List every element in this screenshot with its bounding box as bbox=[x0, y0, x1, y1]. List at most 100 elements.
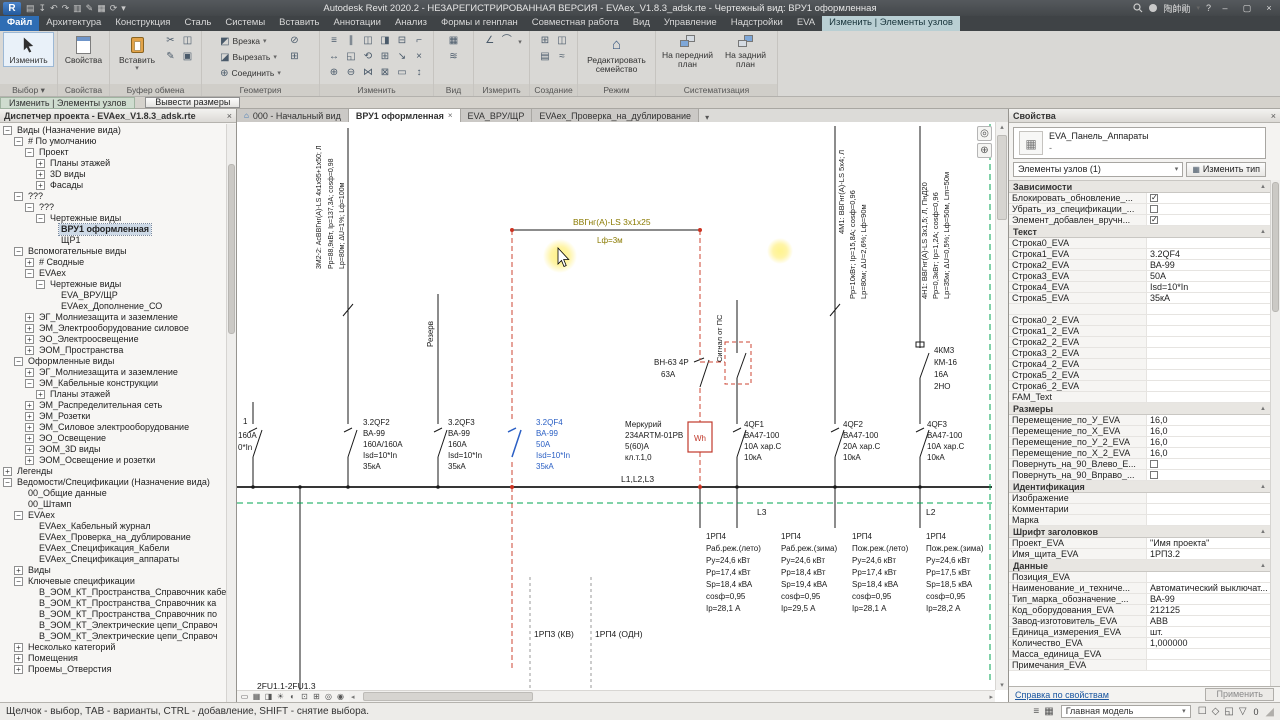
property-row[interactable]: Перемещение_по_У_EVA 16,0 bbox=[1009, 415, 1270, 426]
unpin-icon[interactable]: ⊖ bbox=[343, 65, 360, 80]
browser-tree-item[interactable]: В_ЭОМ_КТ_Пространства_Справочник по bbox=[0, 609, 226, 620]
expand-icon[interactable]: + bbox=[25, 324, 34, 333]
paste-button[interactable]: Вставить ▾ bbox=[115, 33, 159, 74]
editable-only-icon[interactable]: ☐ bbox=[1198, 706, 1207, 717]
mirror-axis-icon[interactable]: ◫ bbox=[360, 33, 377, 48]
view-tab[interactable]: ВРУ1 оформленная × bbox=[348, 109, 461, 122]
property-row[interactable]: Имя_щита_EVA 1РП3.2 bbox=[1009, 549, 1270, 560]
crop-view-icon[interactable]: ⊡ bbox=[299, 691, 310, 702]
browser-tree-item[interactable]: − Чертежные виды bbox=[0, 279, 226, 290]
browser-tree-item[interactable]: +3D виды bbox=[0, 169, 226, 180]
collapse-icon[interactable]: − bbox=[14, 511, 23, 520]
ribbon-tab[interactable]: EVA bbox=[790, 16, 822, 31]
browser-tree-item[interactable]: + ЭОМ_Освещение и розетки bbox=[0, 455, 226, 466]
property-row[interactable]: Количество_EVA 1,000000 bbox=[1009, 638, 1270, 649]
scroll-right-icon[interactable]: ▸ bbox=[989, 693, 993, 701]
browser-tree-item[interactable]: EVAex_Кабельный журнал bbox=[0, 521, 226, 532]
cut-icon[interactable]: ✂ bbox=[162, 33, 179, 48]
edit-family-button[interactable]: ⌂ Редактировать семейство bbox=[582, 33, 651, 76]
browser-tree-item[interactable]: + Проемы_Отверстия bbox=[0, 664, 226, 675]
property-row[interactable]: Строка3_2_EVA bbox=[1009, 348, 1270, 359]
browser-tree-item[interactable]: + Фасады bbox=[0, 180, 226, 191]
browser-tree-item[interactable]: 00_Штамп bbox=[0, 499, 226, 510]
property-section-header[interactable]: Идентификация ▲ bbox=[1009, 481, 1270, 493]
browser-tree-item[interactable]: − Виды (Назначение вида) bbox=[0, 125, 226, 136]
wall-join-icon[interactable]: ⊞ bbox=[286, 49, 303, 64]
view-tab-close-icon[interactable]: × bbox=[448, 110, 453, 122]
browser-tree-item[interactable]: − Вспомогательные виды bbox=[0, 246, 226, 257]
open-icon[interactable]: ▤ bbox=[26, 1, 35, 15]
property-value[interactable]: 16,0 bbox=[1147, 437, 1270, 447]
panel-label-measure[interactable]: Измерить bbox=[474, 84, 529, 96]
browser-tree-item[interactable]: + Легенды bbox=[0, 466, 226, 477]
join-geometry-icon[interactable]: ⋈ bbox=[360, 65, 377, 80]
design-options-icon[interactable]: ▦ bbox=[1044, 706, 1053, 717]
paste-special-icon[interactable]: ▣ bbox=[179, 49, 196, 64]
offset-icon[interactable]: ∥ bbox=[343, 33, 360, 48]
dimension-icon[interactable]: ↕ bbox=[411, 65, 428, 80]
ribbon-tab[interactable]: Изменить | Элементы узлов bbox=[822, 16, 960, 31]
browser-tree-item[interactable]: EVA_ВРУ/ЩР bbox=[0, 290, 226, 301]
measure-arc-icon[interactable]: ⌒ bbox=[498, 33, 515, 48]
browser-tree-item[interactable]: + ЭМ_Распределительная сеть bbox=[0, 400, 226, 411]
property-row[interactable]: Блокировать_обновление_... bbox=[1009, 193, 1270, 204]
element-filter-combo[interactable]: Элементы узлов (1) ▾ bbox=[1013, 162, 1184, 177]
browser-tree-item[interactable]: − Ключевые спецификации bbox=[0, 576, 226, 587]
browser-tree-item[interactable]: + ЭОМ_Пространства bbox=[0, 345, 226, 356]
browser-tree-item[interactable]: + ЭМ_Силовое электрооборудование bbox=[0, 422, 226, 433]
align-icon[interactable]: ≡ bbox=[326, 33, 343, 48]
properties-scrollbar[interactable] bbox=[1270, 180, 1280, 686]
browser-tree-item[interactable]: − EVAex bbox=[0, 510, 226, 521]
selection-filter-count[interactable]: 0 bbox=[1254, 707, 1259, 717]
scroll-up-icon[interactable]: ▴ bbox=[996, 123, 1008, 131]
type-selector[interactable]: ▦ EVA_Панель_Аппараты - bbox=[1013, 127, 1266, 159]
delete-icon[interactable]: × bbox=[411, 49, 428, 64]
property-row[interactable]: Строка6_2_EVA bbox=[1009, 381, 1270, 392]
browser-tree-item[interactable]: ВРУ1 оформленная bbox=[0, 223, 226, 236]
property-row[interactable]: Перемещение_по_У_2_EVA 16,0 bbox=[1009, 437, 1270, 448]
match-type-icon[interactable]: ✎ bbox=[162, 49, 179, 64]
collapse-icon[interactable]: − bbox=[14, 137, 23, 146]
cope-button[interactable]: ◩ Врезка ▾ bbox=[218, 33, 283, 49]
browser-tree-item[interactable]: EVAex_Проверка_на_дублирование bbox=[0, 532, 226, 543]
filter-icon[interactable]: ▽ bbox=[1239, 706, 1247, 717]
collapse-icon[interactable]: − bbox=[25, 269, 34, 278]
save-icon[interactable]: ↧ bbox=[39, 1, 47, 15]
panel-label-properties[interactable]: Свойства bbox=[58, 84, 109, 96]
browser-tree-item[interactable]: + ЭМ_Розетки bbox=[0, 411, 226, 422]
active-model-select[interactable]: Главная модель ▾ bbox=[1060, 705, 1191, 718]
property-row[interactable]: Код_оборудования_EVA 212125 bbox=[1009, 605, 1270, 616]
property-row[interactable]: Примечания_EVA bbox=[1009, 660, 1270, 671]
expand-icon[interactable]: + bbox=[25, 346, 34, 355]
section-collapse-icon[interactable]: ▲ bbox=[1260, 229, 1266, 235]
property-row[interactable]: Строка5_EVA 35кА bbox=[1009, 293, 1270, 304]
collapse-icon[interactable]: − bbox=[14, 192, 23, 201]
expand-icon[interactable]: + bbox=[14, 654, 23, 663]
property-value[interactable]: 212125 bbox=[1147, 605, 1270, 615]
property-row[interactable]: Повернуть_на_90_Вправо_... bbox=[1009, 470, 1270, 481]
view-tab[interactable]: EVAex_Проверка_на_дублирование bbox=[532, 109, 700, 122]
browser-tree-item[interactable]: − Проект bbox=[0, 147, 226, 158]
expand-icon[interactable]: + bbox=[25, 445, 34, 454]
insulation-icon[interactable]: ≈ bbox=[554, 49, 571, 64]
qat-customize-icon[interactable]: ▾ bbox=[121, 1, 126, 15]
vertical-scroll-thumb[interactable] bbox=[997, 135, 1007, 220]
trim-icon[interactable]: ⌐ bbox=[411, 33, 428, 48]
expand-icon[interactable]: + bbox=[25, 258, 34, 267]
property-checkbox[interactable] bbox=[1150, 205, 1158, 213]
thin-lines-icon[interactable]: ≋ bbox=[445, 49, 462, 64]
redo-icon[interactable]: ↷ bbox=[62, 1, 70, 15]
property-row[interactable] bbox=[1009, 304, 1270, 315]
detail-level-icon[interactable]: ▦ bbox=[251, 691, 262, 702]
property-value[interactable] bbox=[1147, 660, 1270, 670]
property-value[interactable] bbox=[1147, 504, 1270, 514]
property-value[interactable] bbox=[1147, 238, 1270, 248]
browser-tree-item[interactable]: + ЭГ_Молниезащита и заземление bbox=[0, 367, 226, 378]
browser-tree-item[interactable]: + Виды bbox=[0, 565, 226, 576]
apply-button[interactable]: Применить bbox=[1205, 688, 1274, 701]
array-icon[interactable]: ⊞ bbox=[377, 49, 394, 64]
properties-button[interactable]: Свойства bbox=[62, 33, 105, 66]
property-value[interactable] bbox=[1147, 326, 1270, 336]
property-row[interactable]: Строка2_EVA ВА-99 bbox=[1009, 260, 1270, 271]
property-section-header[interactable]: Шрифт заголовков ▲ bbox=[1009, 526, 1270, 538]
